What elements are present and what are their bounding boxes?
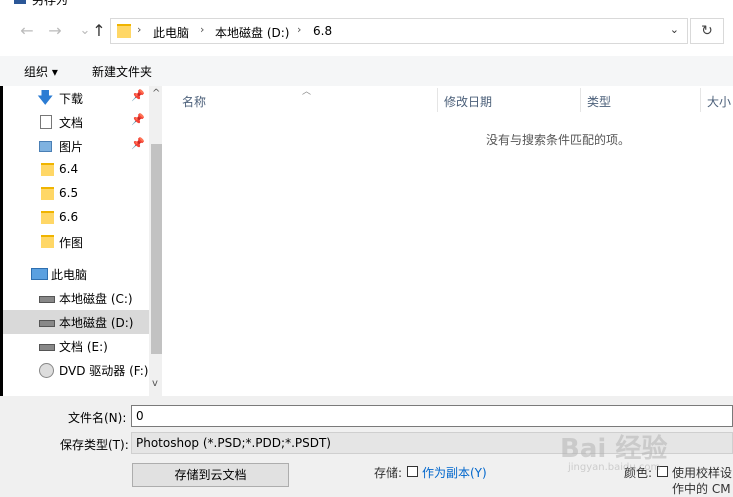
sidebar-item-6-4[interactable]: 6.4 [3,158,149,182]
sidebar-item-label: 此电脑 [51,268,88,282]
breadcrumb-separator: › [297,23,302,36]
watermark-url: jingyan.baidu.com [568,462,661,473]
store-label: 存储: [374,466,403,480]
sidebar-item-drive-c[interactable]: 本地磁盘 (C:) [3,286,149,310]
app-icon [14,0,26,4]
pin-icon: 📌 [131,113,145,126]
sidebar-item-downloads[interactable]: 🡇 下载 📌 [3,86,149,110]
breadcrumb-separator: › [137,23,142,36]
forward-button[interactable]: → [44,20,66,42]
folder-icon [41,187,54,200]
sidebar-item-label: 6.5 [59,186,79,200]
sidebar-item-label: 文档 (E:) [59,340,108,354]
folder-icon [41,235,54,248]
sidebar-item-label: 6.6 [59,210,79,224]
column-header-size[interactable]: 大小 [707,93,731,110]
document-icon [40,115,52,129]
sidebar-item-zuotu[interactable]: 作图 [3,230,149,254]
up-button[interactable]: ↑ [88,20,110,42]
drive-icon [39,320,55,327]
folder-icon [41,163,54,176]
column-header-type[interactable]: 类型 [587,93,611,110]
refresh-button[interactable]: ↻ [690,18,724,44]
sidebar-item-label: 图片 [59,140,84,154]
sidebar-item-this-pc[interactable]: 此电脑 [3,262,149,286]
computer-icon [31,268,48,280]
column-divider[interactable] [437,88,438,112]
back-button[interactable]: ← [16,20,38,42]
file-list-pane[interactable]: ︿ 名称 修改日期 类型 大小 没有与搜索条件匹配的项。 [162,86,733,396]
sidebar-item-pictures[interactable]: 图片 📌 [3,134,149,158]
sidebar-item-drive-d[interactable]: 本地磁盘 (D:) [3,310,149,334]
new-folder-button[interactable]: 新建文件夹 [92,63,152,80]
breadcrumb-separator: › [200,23,205,36]
sort-up-icon: ︿ [302,87,312,97]
sidebar-item-drive-e[interactable]: 文档 (E:) [3,334,149,358]
organize-button[interactable]: 组织 ▾ [24,63,58,80]
breadcrumb-folder[interactable]: 6.8 [313,24,332,38]
save-options-panel: 文件名(N): 0 保存类型(T): Photoshop (*.PSD;*.PD… [0,396,733,497]
sidebar-item-label: 本地磁盘 (D:) [59,316,134,330]
sidebar-item-dvd-f[interactable]: DVD 驱动器 (F:) [3,358,149,382]
sidebar-item-6-5[interactable]: 6.5 [3,182,149,206]
chevron-down-icon[interactable]: ⌄ [670,23,679,36]
use-proof-label[interactable]: 使用校样设 [672,464,732,481]
address-bar[interactable]: › 此电脑 › 本地磁盘 (D:) › 6.8 ⌄ [110,18,688,44]
navigation-pane: 🡇 下载 📌 文档 📌 图片 📌 6.4 6.5 6.6 作图 此电脑 本地磁盘… [0,86,165,396]
dvd-icon [39,363,54,378]
as-copy-label[interactable]: 作为副本(Y) [422,464,487,481]
toolbar: 组织 ▾ 新建文件夹 [0,56,733,87]
as-copy-checkbox[interactable] [407,466,418,477]
folder-icon [41,211,54,224]
drive-icon [39,296,55,303]
folder-icon [117,24,131,38]
sidebar-item-6-6[interactable]: 6.6 [3,206,149,230]
breadcrumb-this-pc[interactable]: 此电脑 [153,24,189,41]
filename-input[interactable]: 0 [131,405,733,427]
picture-icon [39,141,52,152]
pin-icon: 📌 [131,89,145,102]
column-divider[interactable] [580,88,581,112]
sidebar-item-label: 文档 [59,116,84,130]
cmyk-label: 作中的 CM [672,482,731,496]
scroll-up-icon[interactable]: ^ [152,88,160,99]
sidebar-item-label: 下载 [59,92,84,106]
pin-icon: 📌 [131,137,145,150]
filetype-label: 保存类型(T): [60,438,129,452]
column-divider[interactable] [700,88,701,112]
empty-message: 没有与搜索条件匹配的项。 [486,133,631,147]
breadcrumb-drive-d[interactable]: 本地磁盘 (D:) [215,24,289,41]
column-header-name[interactable]: 名称 [182,93,206,110]
sidebar-item-documents[interactable]: 文档 📌 [3,110,149,134]
watermark-logo: Bai 经验 [560,434,668,464]
sidebar-item-label: DVD 驱动器 (F:) [59,364,149,378]
sidebar-item-label: 作图 [59,236,84,250]
column-header-modified[interactable]: 修改日期 [444,93,492,110]
navigation-bar: ← → ⌄ ↑ › 此电脑 › 本地磁盘 (D:) › 6.8 ⌄ ↻ [0,6,733,54]
scroll-down-icon[interactable]: v [152,378,158,389]
drive-icon [39,344,55,351]
sidebar-item-label: 本地磁盘 (C:) [59,292,133,306]
save-to-cloud-button[interactable]: 存储到云文档 [132,463,289,487]
sidebar-item-label: 6.4 [59,162,79,176]
filename-label: 文件名(N): [68,411,127,425]
